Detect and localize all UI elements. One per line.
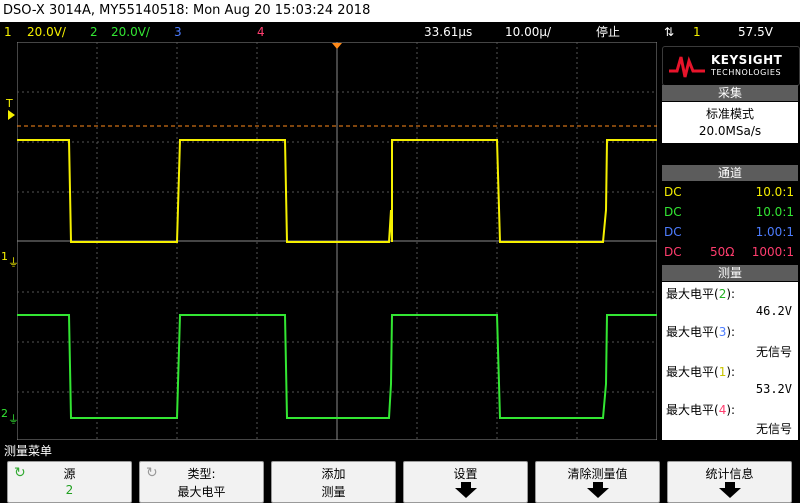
- measurement-channel: 1: [718, 365, 727, 379]
- channel-row: DC 50Ω 1000:1: [662, 242, 798, 262]
- channel-probe: 1.00:1: [755, 225, 794, 239]
- trigger-level-arrow-icon[interactable]: [8, 110, 15, 120]
- softkey-type[interactable]: ↻ 类型: 最大电平: [139, 461, 264, 503]
- acquisition-body[interactable]: 标准模式 20.0MSa/s: [662, 102, 798, 143]
- ch1-ground-icon: ⏚: [8, 256, 19, 269]
- trigger-level[interactable]: 57.5V: [738, 22, 773, 42]
- trigger-edge-icon: ⇅: [664, 25, 675, 39]
- measurement-channel: 2: [718, 287, 727, 301]
- measurement-value: 46.2V: [755, 304, 792, 318]
- channel-coupling: DC: [664, 245, 682, 259]
- time-scale[interactable]: 10.00µ/: [505, 22, 551, 42]
- acquisition-mode: 标准模式: [705, 107, 754, 121]
- softkey-settings[interactable]: 设置: [403, 461, 528, 503]
- acquisition-rate: 20.0MSa/s: [698, 124, 762, 138]
- graticule: [16, 41, 658, 441]
- ch3-number[interactable]: 3: [174, 22, 182, 42]
- ch1-number[interactable]: 1: [4, 22, 12, 42]
- waveform-display[interactable]: [16, 41, 658, 441]
- measurements-list[interactable]: 最大电平(2): 46.2V 最大电平(3): 无信号 最大电平(1): 53.…: [662, 282, 798, 440]
- softkey-add-measurement[interactable]: 添加 测量: [271, 461, 396, 503]
- side-panel: KEYSIGHT TECHNOLOGIES 采集 标准模式 20.0MSa/s …: [660, 44, 800, 440]
- run-state[interactable]: 停止: [596, 22, 620, 42]
- keysight-wave-icon: [669, 56, 705, 78]
- channel-coupling: DC: [664, 225, 682, 239]
- measurement-channel: 4: [718, 403, 727, 417]
- trigger-source[interactable]: 1: [693, 22, 701, 42]
- keysight-logo: KEYSIGHT TECHNOLOGIES: [662, 46, 800, 86]
- window-title: DSO-X 3014A, MY55140518: Mon Aug 20 15:0…: [0, 0, 800, 22]
- measurement-label: 最大电平(1):: [666, 365, 736, 379]
- softkey-clear-measurements[interactable]: 清除测量值: [535, 461, 660, 503]
- ch1-ground-marker[interactable]: 1: [1, 250, 8, 263]
- measurement-channel: 3: [718, 325, 727, 339]
- ch2-number[interactable]: 2: [90, 22, 98, 42]
- ch2-scale[interactable]: 20.0V/: [111, 22, 150, 42]
- measurement-label: 最大电平(2):: [666, 287, 736, 301]
- channel-row: DC 10.0:1: [662, 202, 798, 222]
- ch2-ground-icon: ⏚: [8, 413, 19, 426]
- channel-coupling: DC: [664, 205, 682, 219]
- channel-row: DC 10.0:1: [662, 182, 798, 202]
- softkey-source[interactable]: ↻ 源 2: [7, 461, 132, 503]
- channels-header: 通道: [662, 165, 798, 181]
- ch1-scale[interactable]: 20.0V/: [27, 22, 66, 42]
- trigger-position-icon[interactable]: [332, 43, 342, 49]
- logo-brand: KEYSIGHT: [711, 53, 783, 67]
- measurement-value: 53.2V: [755, 382, 792, 396]
- acquisition-header: 采集: [662, 85, 798, 101]
- channel-probe: 10.0:1: [755, 185, 794, 199]
- measurements-header: 测量: [662, 265, 798, 281]
- ch2-ground-marker[interactable]: 2: [1, 407, 8, 420]
- measurement-value: 无信号: [755, 345, 792, 359]
- ch4-number[interactable]: 4: [257, 22, 265, 42]
- channel-row: DC 1.00:1: [662, 222, 798, 242]
- channel-probe: 10.0:1: [755, 205, 794, 219]
- softkey-statistics[interactable]: 统计信息: [667, 461, 792, 503]
- channel-probe: 1000:1: [751, 245, 794, 259]
- channel-coupling: DC: [664, 185, 682, 199]
- measurement-label: 最大电平(4):: [666, 403, 736, 417]
- logo-sub: TECHNOLOGIES: [711, 68, 782, 77]
- menu-title: 测量菜单: [4, 444, 53, 458]
- measurement-value: 无信号: [755, 422, 792, 436]
- status-bar: 1 20.0V/ 2 20.0V/ 3 4 33.61µs 10.00µ/ 停止…: [0, 22, 800, 42]
- trigger-marker[interactable]: T: [6, 97, 13, 110]
- time-offset[interactable]: 33.61µs: [424, 22, 472, 42]
- channels-table[interactable]: DC 10.0:1 DC 10.0:1 DC 1.00:1 DC 50Ω 100…: [662, 182, 798, 264]
- measurement-label: 最大电平(3):: [666, 325, 736, 339]
- channel-impedance: 50Ω: [710, 245, 735, 259]
